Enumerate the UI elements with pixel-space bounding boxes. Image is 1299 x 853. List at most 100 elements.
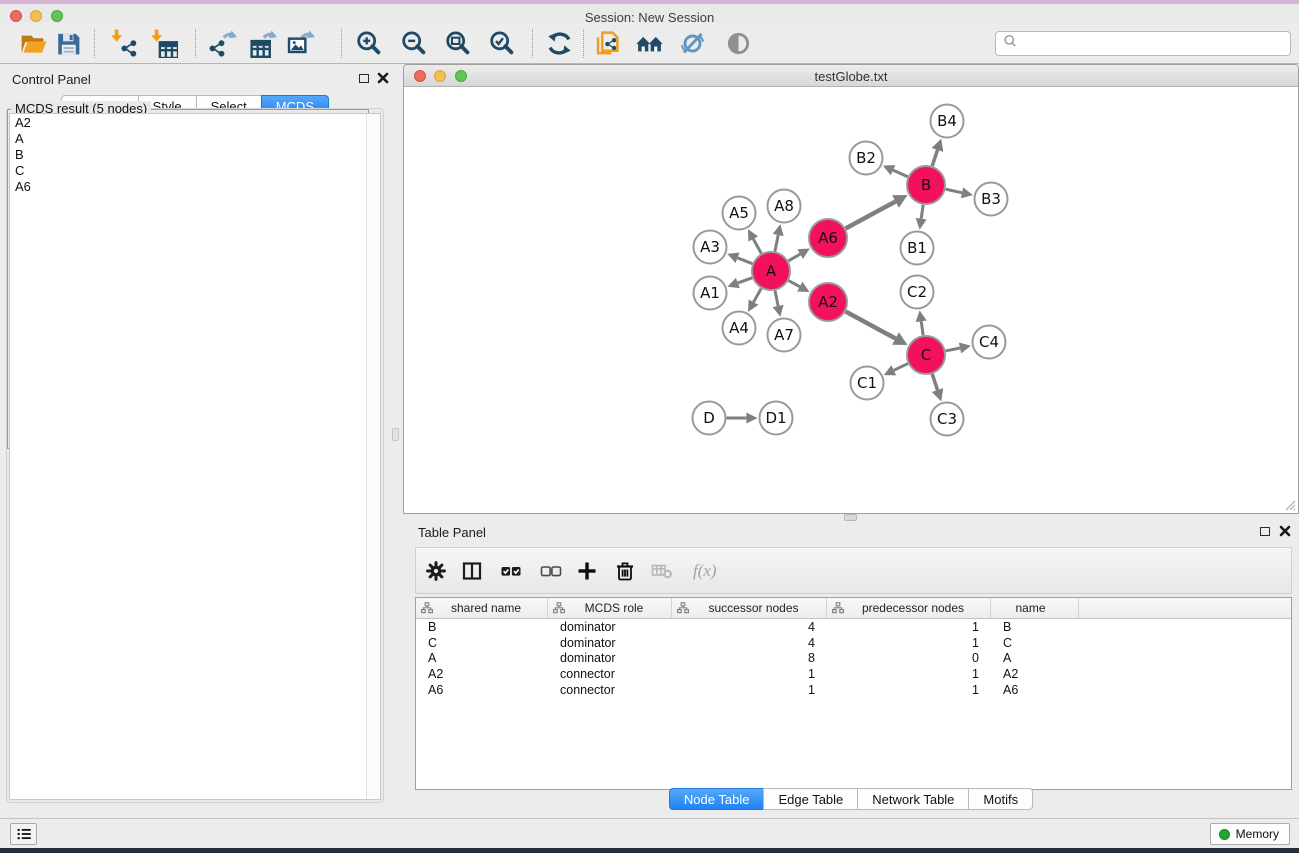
table-cell[interactable]: 4 [672,636,827,650]
table-cell[interactable]: A6 [991,683,1079,697]
hide-details-button[interactable] [676,27,708,59]
select-all-columns-button[interactable] [496,556,526,586]
edge-B-B3[interactable] [946,189,963,193]
tab-edge-table[interactable]: Edge Table [763,788,858,810]
search-input[interactable] [1019,36,1290,51]
duplicate-network-button[interactable] [590,27,622,59]
add-column-button[interactable] [572,556,602,586]
column-header-shared-name[interactable]: shared name [416,598,548,618]
show-details-button[interactable] [722,27,754,59]
refresh-layout-button[interactable] [543,27,575,59]
table-cell[interactable]: 0 [827,651,991,665]
edge-A-A6[interactable] [788,254,800,261]
settings-gear-button[interactable] [421,556,451,586]
column-header-predecessor-nodes[interactable]: predecessor nodes [827,598,991,618]
zoom-in-button[interactable] [352,27,384,59]
vertical-splitter-grip[interactable] [392,428,399,441]
table-cell[interactable]: 1 [827,636,991,650]
table-cell[interactable]: dominator [548,651,672,665]
edge-C-C1[interactable] [894,364,908,371]
edge-B-B1[interactable] [921,205,923,219]
table-row[interactable]: Cdominator41C [416,635,1291,651]
export-network-button[interactable] [206,27,238,59]
search-box[interactable] [995,31,1291,56]
edge-A-A7[interactable] [775,291,778,306]
close-panel-icon[interactable] [377,71,389,89]
import-network-button[interactable] [107,27,139,59]
table-cell[interactable]: 1 [827,683,991,697]
mcds-result-list[interactable]: A2ABCA6 [9,113,381,800]
table-row[interactable]: Bdominator41B [416,619,1291,635]
edge-A-A4[interactable] [753,288,761,302]
edge-C-C4[interactable] [946,348,960,351]
save-session-button[interactable] [52,27,84,59]
delete-column-button[interactable] [610,556,640,586]
network-canvas[interactable]: AA6A2BCA5A8A3A1A4A7B2B4B3B1C2C4C1C3DD1 [404,88,1298,513]
table-cell[interactable]: A [416,651,548,665]
zoom-out-button[interactable] [397,27,429,59]
table-row[interactable]: Adominator80A [416,650,1291,666]
export-table-button[interactable] [246,27,278,59]
tab-motifs[interactable]: Motifs [968,788,1033,810]
table-row[interactable]: A6connector11A6 [416,682,1291,698]
table-cell[interactable]: dominator [548,636,672,650]
memory-button[interactable]: Memory [1210,823,1290,845]
import-table-button[interactable] [147,27,179,59]
mcds-result-item[interactable]: A6 [10,178,380,194]
mcds-result-item[interactable]: B [10,146,380,162]
split-columns-button[interactable] [457,556,487,586]
table-cell[interactable]: connector [548,683,672,697]
zoom-fit-button[interactable] [441,27,473,59]
table-close-panel-icon[interactable] [1279,524,1291,542]
zoom-selected-button[interactable] [485,27,517,59]
edge-B-B2[interactable] [893,170,908,177]
network-window-titlebar[interactable]: testGlobe.txt [404,65,1298,87]
edge-C-C3[interactable] [932,374,937,390]
edge-A-A2[interactable] [789,281,800,287]
tab-node-table[interactable]: Node Table [669,788,765,810]
export-image-button[interactable] [284,27,316,59]
mcds-result-item[interactable]: A [10,130,380,146]
resize-grip-icon[interactable] [1282,497,1296,511]
table-cell[interactable]: C [991,636,1079,650]
mcds-result-item[interactable]: A2 [10,114,380,130]
mcds-result-item[interactable]: C [10,162,380,178]
edge-C-C2[interactable] [921,321,923,335]
table-cell[interactable]: B [416,620,548,634]
table-cell[interactable]: A6 [416,683,548,697]
table-cell[interactable]: A2 [991,667,1079,681]
table-cell[interactable]: 1 [672,667,827,681]
table-cell[interactable]: 1 [672,683,827,697]
table-cell[interactable]: 1 [827,620,991,634]
table-row[interactable]: A2connector11A2 [416,666,1291,682]
scrollbar-track[interactable] [366,114,380,799]
table-float-panel-icon[interactable] [1260,527,1270,536]
table-cell[interactable]: 8 [672,651,827,665]
table-cell[interactable]: 1 [827,667,991,681]
edge-A-A5[interactable] [753,239,761,254]
table-cell[interactable]: C [416,636,548,650]
tab-network-table[interactable]: Network Table [857,788,969,810]
edge-A6-B[interactable] [846,201,896,228]
table-cell[interactable]: dominator [548,620,672,634]
column-header-successor-nodes[interactable]: successor nodes [672,598,827,618]
node-label-C4: C4 [979,333,999,351]
edge-A-A1[interactable] [738,278,752,283]
table-cell[interactable]: A [991,651,1079,665]
edge-A-A8[interactable] [775,235,778,251]
double-home-button[interactable] [633,27,665,59]
panel-list-button[interactable] [10,823,37,845]
column-header-name[interactable]: name [991,598,1079,618]
open-folder-button[interactable] [16,27,48,59]
deselect-all-columns-button[interactable] [536,556,566,586]
table-cell[interactable]: B [991,620,1079,634]
table-cell[interactable]: connector [548,667,672,681]
toolbar-separator [583,29,584,58]
table-cell[interactable]: 4 [672,620,827,634]
edge-B-B4[interactable] [932,150,937,166]
edge-A2-C[interactable] [846,312,896,339]
edge-A-A3[interactable] [738,258,753,264]
float-panel-icon[interactable] [359,74,369,83]
table-cell[interactable]: A2 [416,667,548,681]
column-header-MCDS-role[interactable]: MCDS role [548,598,672,618]
